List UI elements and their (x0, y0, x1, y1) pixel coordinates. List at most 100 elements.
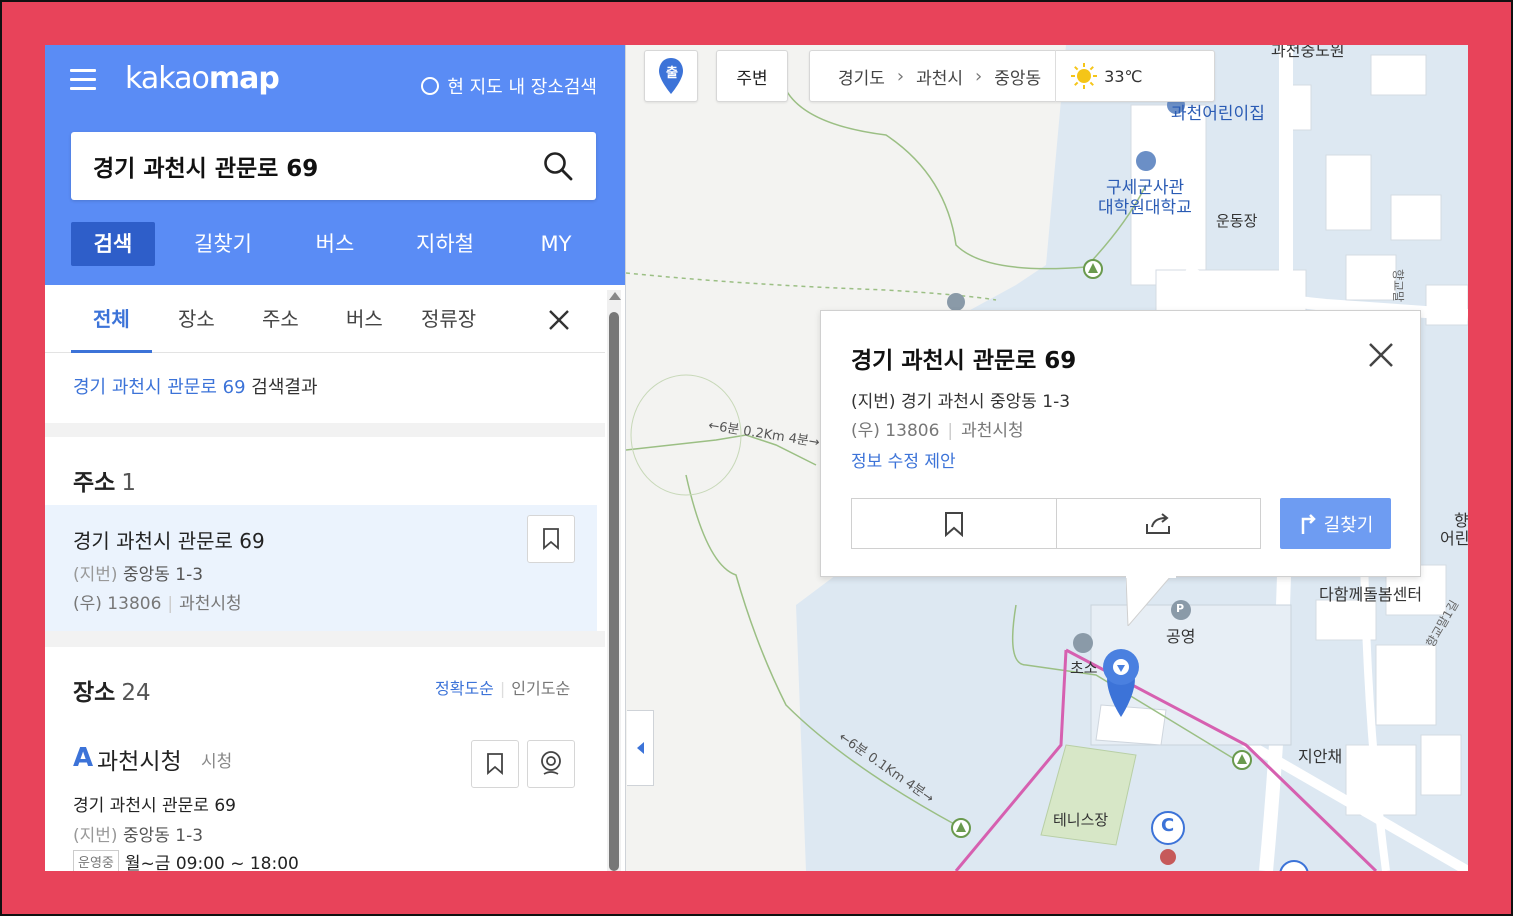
place-name[interactable]: 과천시청 (97, 742, 182, 776)
map-label-jian: 지안채 (1298, 747, 1343, 766)
tab-bus[interactable]: 버스 (291, 222, 379, 266)
address-bookmark-button[interactable] (527, 515, 575, 563)
breadcrumb-city[interactable]: 과천시 (916, 64, 963, 89)
area-search-label: 현 지도 내 장소검색 (447, 77, 597, 98)
tab-directions[interactable]: 길찾기 (155, 222, 291, 266)
popup-share-button[interactable] (1057, 499, 1261, 548)
result-heading: 경기 과천시 관문로 69 검색결과 (73, 373, 318, 399)
place-address: 경기 과천시 관문로 69 (73, 796, 236, 816)
active-tab-indicator (71, 350, 152, 353)
section-divider (45, 423, 605, 437)
sun-icon (1071, 63, 1098, 89)
sort-options: 정확도순 | 인기도순 (435, 679, 571, 698)
sidebar-header: kakaomap 현 지도 내 장소검색 검색 길찾기 버스 지하철 MY (45, 45, 625, 285)
popup-action-group (851, 498, 1261, 549)
map-label-kindergarten[interactable]: 과천어린이집 (1171, 99, 1265, 124)
main-tabs: 검색 길찾기 버스 지하철 MY (71, 222, 601, 266)
map-label-public-parking: 공영 (1166, 627, 1196, 646)
subtab-bus[interactable]: 버스 (346, 303, 383, 332)
tab-subway[interactable]: 지하철 (379, 222, 511, 266)
map-label-academy-2[interactable]: 대학원대학교 (1098, 193, 1192, 218)
bookmark-icon (487, 753, 503, 775)
map-label-playground: 운동장 (1216, 212, 1258, 230)
start-pin-label: 출 (666, 66, 678, 81)
place-category: 시청 (201, 752, 233, 772)
nearby-button[interactable]: 주변 (716, 50, 788, 102)
temperature: 33℃ (1104, 66, 1143, 86)
share-icon (1146, 512, 1171, 534)
weather-divider (1055, 50, 1057, 102)
open-status-badge: 운영중 (73, 850, 119, 871)
result-suffix: 검색결과 (245, 377, 318, 398)
kakaomap-logo[interactable]: kakaomap (125, 61, 280, 96)
search-input[interactable] (93, 153, 542, 179)
place-hours-line: 운영중 월~금 09:00 ~ 18:00 (73, 849, 299, 871)
popup-place: 과천시청 (961, 421, 1024, 441)
edit-suggestion-link[interactable]: 정보 수정 제안 (851, 447, 956, 472)
subtab-stop[interactable]: 정류장 (421, 303, 476, 332)
start-point-button[interactable]: 출 (644, 50, 698, 102)
close-icon[interactable] (548, 309, 570, 331)
search-box (71, 132, 596, 200)
search-icon[interactable] (542, 150, 574, 182)
sort-popularity[interactable]: 인기도순 (511, 679, 570, 698)
breadcrumb-dong[interactable]: 중앙동 (994, 64, 1041, 89)
tab-search[interactable]: 검색 (71, 222, 155, 266)
place-jibun-line: (지번) 중앙동 1-3 (73, 826, 204, 846)
map-label-top-cut: 과천중도원 (1271, 45, 1345, 60)
place-roadview-button[interactable] (527, 740, 575, 788)
address-section-title: 주소 1 (73, 470, 136, 496)
close-icon[interactable] (1367, 341, 1395, 369)
address-zip-line: (우) 13806 | 과천시청 (73, 594, 242, 614)
search-sidebar: kakaomap 현 지도 내 장소검색 검색 길찾기 버스 지하철 MY (45, 45, 626, 871)
menu-icon[interactable] (70, 69, 96, 93)
radio-icon (421, 77, 440, 95)
route-button-label: 길찾기 (1323, 514, 1374, 536)
popup-pointer (1126, 576, 1176, 626)
roadview-icon (541, 751, 561, 775)
map-label-cho: 초소 (1070, 659, 1098, 677)
scroll-thumb[interactable] (609, 312, 619, 871)
popup-jibun: (지번) 경기 과천시 중앙동 1-3 (851, 392, 1071, 412)
place-bookmark-button[interactable] (471, 740, 519, 788)
popup-zip: (우) 13806 (851, 421, 940, 441)
kakaomap-app: 과천중도원 과천어린이집 구세군사관 대학원대학교 운동장 ←6분 0.2Km … (45, 45, 1468, 871)
popup-title: 경기 과천시 관문로 69 (851, 348, 1077, 374)
chevron-right-icon: › (896, 65, 905, 87)
map-label-daham: 다함께돌봄센터 (1319, 585, 1423, 604)
chevron-left-icon (636, 742, 644, 754)
map-label-street-1: 향교말 (1391, 268, 1406, 303)
section-divider (45, 631, 605, 647)
chevron-right-icon: › (975, 65, 983, 87)
result-keyword: 경기 과천시 관문로 69 (73, 377, 246, 398)
map-label-tennis: 테니스장 (1053, 811, 1109, 829)
address-road[interactable]: 경기 과천시 관문로 69 (73, 525, 265, 554)
popup-route-button[interactable]: 길찾기 (1280, 498, 1391, 549)
popup-zip-line: (우) 13806 | 과천시청 (851, 421, 1024, 441)
address-result-item[interactable]: 경기 과천시 관문로 69 (지번) 중앙동 1-3 (우) 13806 | 과천시… (45, 505, 597, 631)
place-section-title: 장소 24 (73, 680, 151, 706)
popup-bookmark-button[interactable] (852, 499, 1057, 548)
place-hours: 월~금 09:00 ~ 18:00 (124, 854, 299, 871)
marker-c[interactable]: C (1161, 815, 1174, 836)
subtab-address[interactable]: 주소 (262, 303, 299, 332)
scroll-up-arrow-icon[interactable] (609, 292, 621, 300)
result-filter-tabs: 전체 장소 주소 버스 정류장 (45, 285, 605, 353)
sidebar-scrollbar[interactable] (607, 290, 621, 871)
route-arrow-icon (1301, 513, 1316, 534)
subtab-place[interactable]: 장소 (178, 303, 215, 332)
map-canvas[interactable]: 과천중도원 과천어린이집 구세군사관 대학원대학교 운동장 ←6분 0.2Km … (626, 45, 1468, 871)
area-search-toggle[interactable]: 현 지도 내 장소검색 (421, 73, 597, 99)
tab-my[interactable]: MY (511, 222, 601, 266)
bookmark-icon (944, 511, 963, 537)
bookmark-icon (543, 528, 559, 550)
subtab-all[interactable]: 전체 (93, 303, 130, 332)
sort-accuracy[interactable]: 정확도순 (435, 679, 494, 698)
collapse-sidebar-button[interactable] (627, 710, 654, 786)
map-label-right-cut-2: 어린 (1440, 529, 1468, 548)
breadcrumb-province[interactable]: 경기도 (838, 64, 885, 89)
address-info-popup: 경기 과천시 관문로 69 (지번) 경기 과천시 중앙동 1-3 (우) 13… (820, 310, 1421, 577)
address-jibun-line: (지번) 중앙동 1-3 (73, 565, 204, 585)
region-breadcrumb: 경기도 › 과천시 › 중앙동 33℃ (809, 50, 1215, 102)
place-marker-letter: A (73, 743, 94, 773)
